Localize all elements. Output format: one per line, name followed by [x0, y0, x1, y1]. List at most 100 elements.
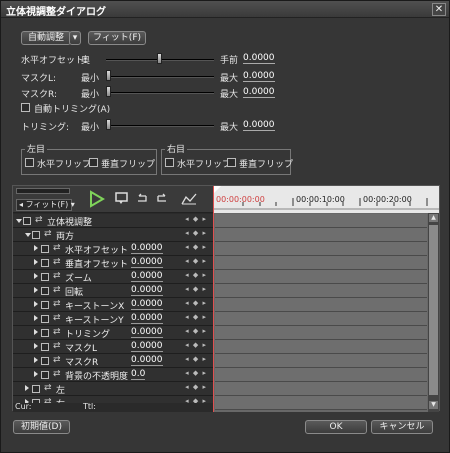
keyframe-nav-icon[interactable]: ◂ ◆ ▸ — [185, 327, 207, 335]
row-enable-checkbox[interactable] — [41, 287, 49, 295]
keyframe-nav-icon[interactable]: ◂ ◆ ▸ — [185, 355, 207, 363]
mask-r-slider-thumb[interactable] — [106, 86, 111, 97]
expand-toggle-icon[interactable] — [34, 371, 38, 377]
expand-toggle-icon[interactable] — [34, 315, 38, 321]
auto-trimming-checkbox[interactable] — [21, 103, 30, 112]
expand-toggle-icon[interactable] — [25, 233, 31, 237]
keyframe-nav-icon[interactable]: ◂ ◆ ▸ — [185, 299, 207, 307]
tree-row[interactable]: ⇄ 左 ◂ ◆ ▸ — [13, 382, 213, 396]
row-value[interactable]: 0.0000 — [131, 243, 163, 254]
auto-adjust-dropdown-button[interactable]: ▾ — [69, 31, 81, 45]
row-value[interactable]: 0.0000 — [131, 285, 163, 296]
row-value[interactable]: 0.0000 — [131, 271, 163, 282]
expand-toggle-icon[interactable] — [34, 259, 38, 265]
timeline-row[interactable] — [215, 242, 427, 256]
keyframe-nav-icon[interactable]: ◂ ◆ ▸ — [185, 383, 207, 391]
auto-adjust-button[interactable]: 自動調整 — [21, 31, 71, 45]
fit-button[interactable]: フィット(F) — [88, 31, 146, 45]
keyframe-nav-icon[interactable]: ◂ ◆ ▸ — [185, 341, 207, 349]
expand-toggle-icon[interactable] — [34, 273, 38, 279]
mask-l-slider-thumb[interactable] — [106, 70, 111, 81]
tree-row[interactable]: ⇄ キーストーンY 0.0000 ◂ ◆ ▸ — [13, 312, 213, 326]
expand-toggle-icon[interactable] — [34, 329, 38, 335]
row-value[interactable]: 0.0000 — [131, 257, 163, 268]
keyframe-nav-icon[interactable]: ◂ ◆ ▸ — [185, 313, 207, 321]
expand-toggle-icon[interactable] — [34, 343, 38, 349]
tree-row[interactable]: ⇄ 両方 ◂ ◆ ▸ — [13, 228, 213, 242]
timeline-row[interactable] — [215, 270, 427, 284]
keyframe-nav-icon[interactable]: ◂ ◆ ▸ — [185, 271, 207, 279]
row-enable-checkbox[interactable] — [23, 217, 31, 225]
tree-row[interactable]: ⇄ 垂直オフセット 0.0000 ◂ ◆ ▸ — [13, 256, 213, 270]
title-bar[interactable]: 立体視調整ダイアログ ✕ — [1, 1, 449, 18]
right-vertical-flip-checkbox[interactable] — [227, 158, 236, 167]
cancel-button[interactable]: キャンセル — [371, 420, 433, 434]
keyframe-nav-icon[interactable]: ◂ ◆ ▸ — [185, 257, 207, 265]
zoom-slider[interactable] — [16, 188, 70, 194]
scroll-thumb[interactable] — [429, 225, 438, 395]
prev-keyframe-icon[interactable] — [135, 192, 149, 206]
keyframe-nav-icon[interactable]: ◂ ◆ ▸ — [185, 243, 207, 251]
trimming-slider-thumb[interactable] — [106, 119, 111, 130]
right-horizontal-flip-checkbox[interactable] — [165, 158, 174, 167]
expand-toggle-icon[interactable] — [16, 219, 22, 223]
timeline-row[interactable] — [215, 256, 427, 270]
close-button[interactable]: ✕ — [432, 3, 446, 16]
next-keyframe-icon[interactable] — [155, 192, 169, 206]
keyframe-nav-icon[interactable]: ◂ ◆ ▸ — [185, 285, 207, 293]
timeline-ruler[interactable]: 00:00:00:00 00:00:10:00 00:00:20:00 — [213, 186, 439, 412]
row-value[interactable]: 0.0 — [131, 369, 146, 380]
tree-row[interactable]: ⇄ 回転 0.0000 ◂ ◆ ▸ — [13, 284, 213, 298]
tree-row[interactable]: ⇄ ズーム 0.0000 ◂ ◆ ▸ — [13, 270, 213, 284]
row-enable-checkbox[interactable] — [41, 301, 49, 309]
tree-row[interactable]: ⇄ 背景の不透明度 0.0 ◂ ◆ ▸ — [13, 368, 213, 382]
keyframe-nav-icon[interactable]: ◂ ◆ ▸ — [185, 229, 207, 237]
timeline-row[interactable] — [215, 382, 427, 396]
row-value[interactable]: 0.0000 — [131, 355, 163, 366]
play-icon[interactable] — [89, 190, 105, 208]
timeline-row[interactable] — [215, 214, 427, 228]
tree-row[interactable]: ⇄ 立体視調整 ◂ ◆ ▸ — [13, 214, 213, 228]
mask-l-slider-track[interactable] — [106, 76, 214, 78]
horizontal-offset-slider-thumb[interactable] — [157, 53, 162, 64]
scroll-down-icon[interactable]: ▼ — [429, 401, 438, 409]
tree-row[interactable]: ⇄ マスクL 0.0000 ◂ ◆ ▸ — [13, 340, 213, 354]
row-enable-checkbox[interactable] — [41, 315, 49, 323]
timeline-row[interactable] — [215, 396, 427, 410]
left-horizontal-flip-checkbox[interactable] — [25, 158, 34, 167]
vertical-scrollbar[interactable]: ▲ ▼ — [428, 213, 439, 412]
row-enable-checkbox[interactable] — [32, 231, 40, 239]
timeline-row[interactable] — [215, 368, 427, 382]
row-enable-checkbox[interactable] — [41, 371, 49, 379]
mask-r-value[interactable]: 0.0000 — [243, 87, 275, 98]
timeline-row[interactable] — [215, 312, 427, 326]
timeline-row[interactable] — [215, 228, 427, 242]
row-enable-checkbox[interactable] — [32, 385, 40, 393]
row-value[interactable]: 0.0000 — [131, 313, 163, 324]
row-enable-checkbox[interactable] — [41, 245, 49, 253]
row-enable-checkbox[interactable] — [41, 259, 49, 267]
scroll-up-icon[interactable]: ▲ — [429, 214, 438, 222]
left-vertical-flip-checkbox[interactable] — [89, 158, 98, 167]
row-enable-checkbox[interactable] — [41, 357, 49, 365]
row-enable-checkbox[interactable] — [41, 329, 49, 337]
timeline-area[interactable]: 00:00:00:00 00:00:10:00 00:00:20:00 ▲ ▼ — [213, 186, 439, 412]
row-value[interactable]: 0.0000 — [131, 299, 163, 310]
tree-row[interactable]: ⇄ 水平オフセット 0.0000 ◂ ◆ ▸ — [13, 242, 213, 256]
trimming-value[interactable]: 0.0000 — [243, 120, 275, 131]
timeline-row[interactable] — [215, 354, 427, 368]
expand-toggle-icon[interactable] — [34, 287, 38, 293]
playhead[interactable] — [213, 186, 214, 412]
row-enable-checkbox[interactable] — [41, 273, 49, 281]
keyframe-nav-icon[interactable]: ◂ ◆ ▸ — [185, 369, 207, 377]
graph-icon[interactable] — [181, 192, 197, 206]
mask-r-slider-track[interactable] — [106, 92, 214, 94]
timeline-row[interactable] — [215, 284, 427, 298]
expand-toggle-icon[interactable] — [34, 301, 38, 307]
tree-row[interactable]: ⇄ マスクR 0.0000 ◂ ◆ ▸ — [13, 354, 213, 368]
trimming-slider-track[interactable] — [106, 125, 214, 127]
timeline-row[interactable] — [215, 326, 427, 340]
row-value[interactable]: 0.0000 — [131, 327, 163, 338]
row-value[interactable]: 0.0000 — [131, 341, 163, 352]
mask-l-value[interactable]: 0.0000 — [243, 71, 275, 82]
